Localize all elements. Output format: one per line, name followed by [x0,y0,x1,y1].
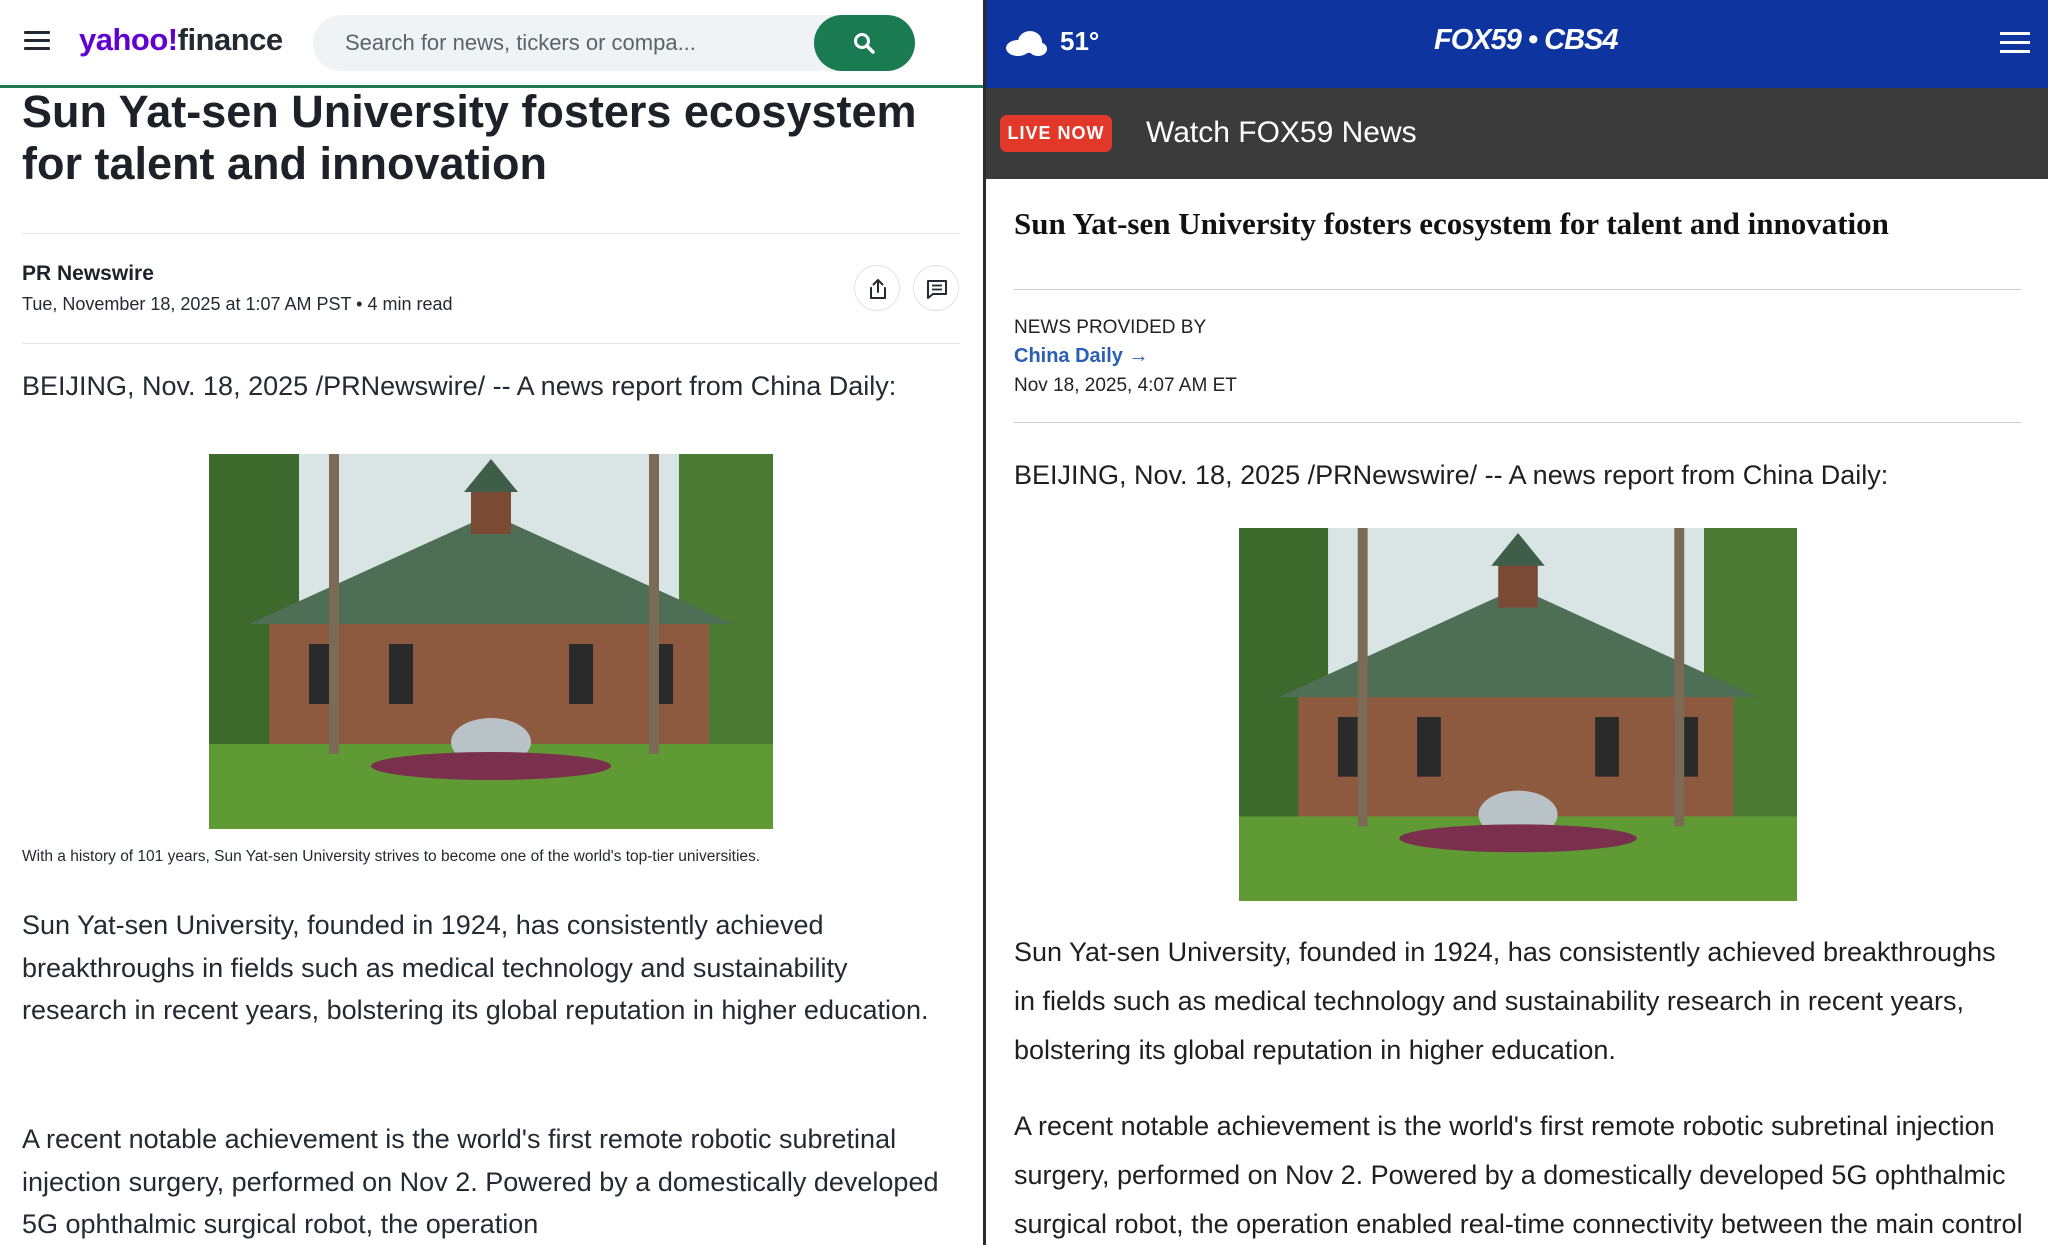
hamburger-menu-icon[interactable] [24,31,50,53]
university-building-image [1239,528,1797,901]
watch-live-link[interactable]: Watch FOX59 News [1146,116,1417,150]
divider [22,343,960,344]
divider [22,233,960,234]
article-image[interactable] [209,454,773,829]
live-now-badge: LIVE NOW [1000,115,1112,152]
share-icon [870,279,886,299]
article-lede: BEIJING, Nov. 18, 2025 /PRNewswire/ -- A… [1014,460,1889,490]
article-title: Sun Yat-sen University fosters ecosystem… [1014,206,1889,241]
search-input[interactable] [345,15,805,71]
image-caption: With a history of 101 years, Sun Yat-sen… [22,848,761,865]
share-button[interactable] [854,265,900,311]
divider [1014,289,2021,290]
article-title: Sun Yat-sen University fosters ecosystem… [22,86,917,189]
fox-header: 51° FOX59 • CBS4 [986,0,2048,88]
article-paragraph: A recent notable achievement is the worl… [1014,1111,2023,1239]
yahoo-header: yahoo!finance [0,0,983,88]
fox59-pane: 51° FOX59 • CBS4 LIVE NOW Watch FOX59 Ne… [986,0,2048,1245]
article-source[interactable]: PR Newswire [22,262,154,286]
weather-temperature[interactable]: 51° [1060,26,1099,57]
article-paragraph: Sun Yat-sen University, founded in 1924,… [22,910,929,1025]
article-lede: BEIJING, Nov. 18, 2025 /PRNewswire/ -- A… [22,371,897,401]
hamburger-menu-icon[interactable] [2000,32,2030,54]
yahoo-finance-pane: yahoo!finance Sun Yat-sen University fos… [0,0,983,1245]
yahoo-finance-logo[interactable]: yahoo!finance [79,22,283,58]
fox59-cbs4-logo[interactable]: FOX59 • CBS4 [1434,24,1618,57]
news-provided-by-label: NEWS PROVIDED BY [1014,317,1207,338]
live-banner[interactable]: LIVE NOW Watch FOX59 News [986,88,2048,179]
university-building-image [209,454,773,829]
article-paragraph: A recent notable achievement is the worl… [22,1124,939,1239]
search-button[interactable] [814,15,915,71]
article-date: Nov 18, 2025, 4:07 AM ET [1014,375,1237,396]
search-icon [854,33,875,54]
provider-link[interactable]: China Daily → [1014,345,1148,368]
comments-button[interactable] [913,265,959,311]
article-date: Tue, November 18, 2025 at 1:07 AM PST • … [22,294,453,314]
article-paragraph: Sun Yat-sen University, founded in 1924,… [1014,937,1996,1065]
search-bar [313,15,915,71]
cloud-icon [1006,31,1047,56]
divider [1014,422,2021,423]
article-image[interactable] [1239,528,1797,901]
comment-icon [927,280,947,299]
